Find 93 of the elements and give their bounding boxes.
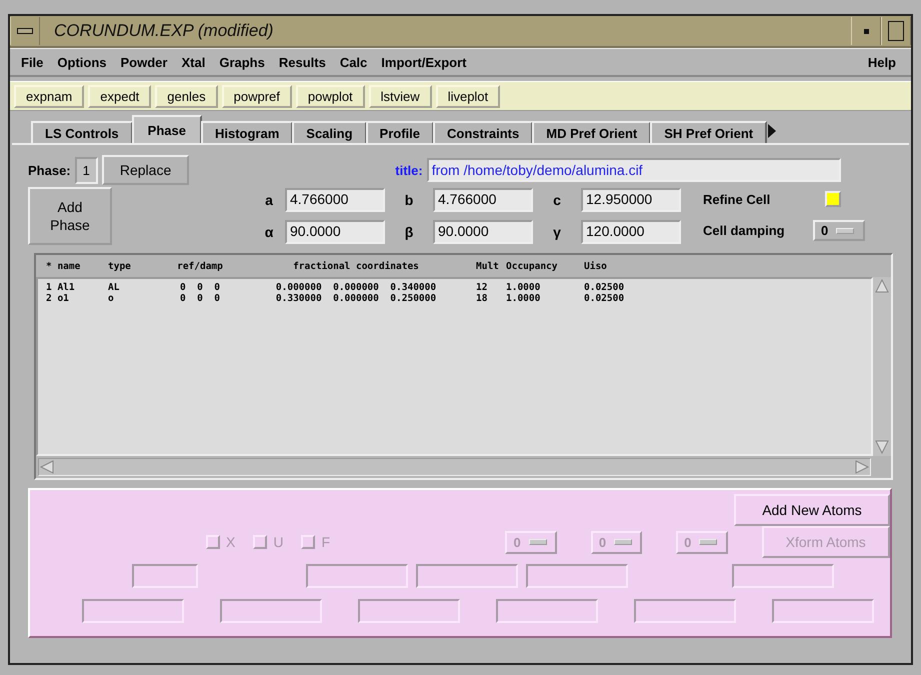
table-cell-text: o	[108, 293, 115, 304]
input-field[interactable]	[220, 599, 322, 623]
cell-parameter-field[interactable]: 90.0000	[285, 220, 385, 244]
tab[interactable]: Phase	[132, 115, 202, 143]
vertical-scrollbar[interactable]	[873, 277, 891, 456]
menu-item[interactable]: Import/Export	[376, 54, 476, 70]
menu-item[interactable]: Calc	[334, 54, 376, 70]
table-cell-text: 0.000000 0.000000 0.340000	[274, 282, 438, 293]
cell-parameter-label: a	[264, 192, 274, 208]
column-header: fractional coordinates	[292, 260, 420, 272]
cell-parameter-label: β	[404, 224, 414, 240]
minimize-icon	[864, 28, 868, 34]
refine-cell-checkbox[interactable]	[825, 191, 841, 207]
cell-parameter-field[interactable]: 4.766000	[285, 188, 385, 212]
phase-label: Phase:	[28, 162, 71, 178]
tab[interactable]: SH Pref Orient	[650, 121, 768, 143]
input-field[interactable]	[496, 599, 598, 623]
table-cell-text: 0 0 0	[178, 293, 222, 304]
scroll-up-arrow-icon[interactable]	[875, 278, 889, 292]
minimize-button[interactable]	[851, 17, 881, 45]
toolbar-button[interactable]: powpref	[222, 84, 292, 108]
tab[interactable]: Scaling	[292, 121, 367, 143]
table-cell-text: 12	[476, 282, 488, 293]
column-header: type	[108, 260, 132, 272]
title-label: title:	[395, 162, 423, 178]
table-cell-text: 18	[476, 293, 488, 304]
menu-item[interactable]: Graphs	[214, 54, 274, 70]
scroll-right-arrow-icon[interactable]	[856, 460, 870, 474]
column-header: Occupancy	[506, 260, 558, 272]
table-cell-text: AL	[108, 282, 120, 293]
table-cell-text: 1 Al1	[46, 282, 76, 293]
cell-parameter-field[interactable]: 90.0000	[433, 220, 533, 244]
menu-item[interactable]: Powder	[116, 54, 176, 70]
tab[interactable]: LS Controls	[31, 121, 133, 143]
add-phase-button[interactable]: Add Phase	[28, 187, 112, 245]
table-cell-text: 0.330000 0.000000 0.250000	[274, 293, 438, 304]
toolbar-button[interactable]: lstview	[368, 84, 432, 108]
replace-button[interactable]: Replace	[102, 155, 190, 185]
menu-item[interactable]: Results	[274, 54, 335, 70]
menu-item[interactable]: File	[16, 54, 52, 70]
column-header: Mult	[476, 260, 500, 272]
tab[interactable]: MD Pref Orient	[532, 121, 652, 143]
menu-item[interactable]: Xtal	[176, 54, 214, 70]
horizontal-scrollbar[interactable]	[38, 458, 871, 476]
scroll-left-arrow-icon[interactable]	[40, 460, 54, 474]
title-field[interactable]: from /home/toby/demo/alumina.cif	[426, 158, 841, 182]
window-title: CORUNDUM.EXP (modified)	[53, 21, 274, 41]
toolbar-button[interactable]: liveplot	[436, 84, 500, 108]
window-menu-button[interactable]	[10, 17, 40, 45]
cell-damping-dropdown[interactable]: 0	[813, 220, 865, 241]
tab[interactable]: Profile	[366, 121, 434, 143]
menu-item[interactable]: Options	[52, 54, 116, 70]
toolbar-button[interactable]: expnam	[14, 84, 84, 108]
refine-cell-label: Refine Cell	[703, 192, 772, 206]
cell-parameter-field[interactable]: 4.766000	[433, 188, 533, 212]
help-menu[interactable]: Help	[862, 54, 905, 70]
input-field[interactable]	[526, 564, 628, 588]
column-header: Uiso	[584, 260, 608, 272]
column-header: ref/damp	[176, 260, 224, 272]
phase-number: 1	[74, 156, 98, 184]
table-cell-text: 2 o1	[46, 293, 70, 304]
maximize-button[interactable]	[881, 17, 911, 45]
cell-parameter-label: α	[264, 224, 274, 240]
input-field[interactable]	[132, 564, 198, 588]
input-field[interactable]	[772, 599, 874, 623]
toolbar-button[interactable]: powplot	[296, 84, 365, 108]
column-header: * name	[46, 260, 82, 272]
window-menu-icon	[17, 28, 33, 34]
table-cell-text: 1.0000	[506, 293, 542, 304]
cell-parameter-label: c	[552, 192, 562, 208]
input-field[interactable]	[732, 564, 834, 588]
cell-parameter-label: γ	[552, 224, 562, 240]
tab[interactable]: Constraints	[433, 121, 534, 143]
input-field[interactable]	[358, 599, 460, 623]
table-cell-text: 0.02500	[584, 282, 626, 293]
input-field[interactable]	[416, 564, 518, 588]
cell-parameter-label: b	[404, 192, 414, 208]
cell-damping-label: Cell damping	[703, 223, 786, 238]
table-cell-text: 0 0 0	[178, 282, 222, 293]
input-field[interactable]	[306, 564, 408, 588]
scroll-down-arrow-icon[interactable]	[875, 440, 889, 454]
table-cell-text: 1.0000	[506, 282, 542, 293]
right-arrow-icon[interactable]	[767, 123, 778, 139]
cell-parameter-field[interactable]: 12.950000	[581, 188, 681, 212]
toolbar-button[interactable]: genles	[155, 84, 218, 108]
add-new-atoms-button[interactable]: Add New Atoms	[734, 494, 890, 526]
cell-parameter-field[interactable]: 120.0000	[581, 220, 681, 244]
toolbar-button[interactable]: expedt	[88, 84, 152, 108]
tab[interactable]: Histogram	[200, 121, 294, 143]
table-cell-text: 0.02500	[584, 293, 626, 304]
maximize-icon	[888, 21, 904, 41]
input-field[interactable]	[82, 599, 184, 623]
input-field[interactable]	[634, 599, 736, 623]
